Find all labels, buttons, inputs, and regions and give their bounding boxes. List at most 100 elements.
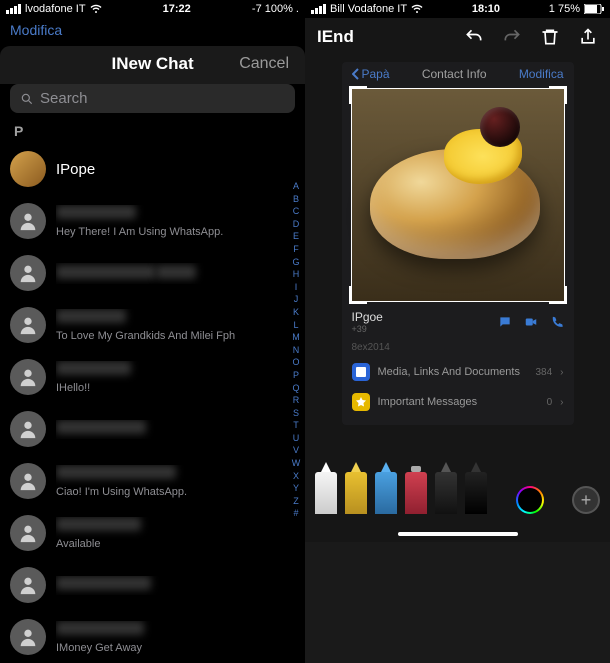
- new-chat-pane: lvodafone IT 17:22 -7 100% . Modifica IN…: [0, 0, 305, 542]
- contact-row[interactable]: Available: [0, 507, 305, 559]
- section-header: P: [0, 119, 305, 143]
- contact-name: [56, 465, 176, 479]
- pencil-tool[interactable]: [375, 472, 397, 514]
- contact-name: [56, 265, 156, 279]
- clock: 17:22: [102, 3, 252, 15]
- crop-handle-br[interactable]: [549, 286, 567, 304]
- contact-status: Ciao! I'm Using WhatsApp.: [56, 486, 295, 498]
- contact-row[interactable]: [0, 247, 305, 299]
- carrier: Bill Vodafone IT: [330, 3, 407, 15]
- crop-handle-bl[interactable]: [349, 286, 367, 304]
- chat-icon: [498, 315, 512, 329]
- share-icon[interactable]: [578, 27, 598, 47]
- search-input[interactable]: Search: [10, 84, 295, 113]
- media-row: Media, Links And Documents 384 ›: [342, 357, 574, 387]
- contact-name: [56, 205, 136, 219]
- signal-icon: [6, 4, 21, 14]
- sheet-title: INew Chat: [66, 54, 239, 74]
- avatar: [10, 463, 46, 499]
- avatar: [10, 255, 46, 291]
- cancel-button[interactable]: Cancel: [239, 55, 289, 73]
- contact-name: IPope: [56, 161, 295, 178]
- color-picker-button[interactable]: [516, 486, 544, 514]
- chevron-left-icon: [352, 68, 360, 80]
- contact-name: [56, 621, 144, 635]
- wifi-icon: [411, 3, 423, 15]
- back-button: Papà: [352, 67, 390, 81]
- contact-name: [56, 361, 131, 375]
- trash-icon[interactable]: [540, 27, 560, 47]
- important-row: Important Messages 0 ›: [342, 387, 574, 417]
- contact-name: [56, 309, 126, 323]
- avatar: [10, 151, 46, 187]
- wifi-icon: [90, 3, 102, 15]
- info-date: 8ex2014: [342, 340, 574, 357]
- screenshot-preview: Papà Contact Info Modifica IPgoe +39: [342, 62, 574, 425]
- alpha-index[interactable]: ABCDEFGHIJKLMNOPQRSTUVWXYZ#: [289, 180, 303, 542]
- search-icon: [20, 92, 34, 106]
- modifica-hint: Modifica: [0, 18, 305, 46]
- contact-row[interactable]: IHello!!: [0, 351, 305, 403]
- contact-status: IMoney Get Away: [56, 642, 295, 654]
- sheet-header: INew Chat Cancel: [0, 46, 305, 84]
- avatar: [10, 567, 46, 603]
- eraser-tool[interactable]: [405, 472, 427, 514]
- edit-toolbar: IEnd: [305, 18, 610, 56]
- crop-handle-tl[interactable]: [349, 86, 367, 104]
- carrier: lvodafone IT: [25, 3, 86, 15]
- contact-row[interactable]: To Love My Grandkids And Milei Fph: [0, 299, 305, 351]
- crop-handle-tr[interactable]: [549, 86, 567, 104]
- battery-text: -7 100% .: [252, 3, 299, 15]
- battery-icon: [584, 4, 604, 14]
- add-button[interactable]: +: [572, 486, 600, 514]
- info-name: IPgoe: [352, 310, 498, 324]
- lasso-tool[interactable]: [435, 472, 457, 514]
- contact-status: [156, 265, 196, 279]
- contact-row[interactable]: Hey There! I Am Using WhatsApp.: [0, 195, 305, 247]
- contact-row[interactable]: IPope: [0, 143, 305, 195]
- contact-row[interactable]: [0, 559, 305, 611]
- contact-status: To Love My Grandkids And Milei Fph: [56, 330, 295, 342]
- preview-header: Papà Contact Info Modifica: [342, 62, 574, 86]
- markup-editor-pane: Bill Vodafone IT 18:10 1 75% IEnd Papà C…: [305, 0, 610, 542]
- status-bar-right: Bill Vodafone IT 18:10 1 75%: [305, 0, 610, 18]
- info-number: +39: [352, 324, 498, 334]
- pen-tool[interactable]: [315, 472, 337, 514]
- ruler-tool[interactable]: [465, 472, 487, 514]
- signal-icon: [311, 4, 326, 14]
- video-icon: [524, 315, 538, 329]
- clock: 18:10: [423, 3, 549, 15]
- contact-status: Available: [56, 538, 295, 550]
- avatar: [10, 515, 46, 551]
- contact-row[interactable]: [0, 403, 305, 455]
- contact-name: [56, 517, 141, 531]
- contact-name: [56, 420, 146, 434]
- undo-icon[interactable]: [464, 27, 484, 47]
- highlighter-tool[interactable]: [345, 472, 367, 514]
- redo-icon[interactable]: [502, 27, 522, 47]
- avatar: [10, 619, 46, 655]
- avatar: [10, 203, 46, 239]
- battery-text: 1 75%: [549, 3, 580, 15]
- media-icon: [352, 363, 370, 381]
- contact-row[interactable]: Ciao! I'm Using WhatsApp.: [0, 455, 305, 507]
- avatar: [10, 307, 46, 343]
- contact-name: [56, 576, 151, 590]
- phone-icon: [550, 315, 564, 329]
- star-icon: [352, 393, 370, 411]
- end-button[interactable]: IEnd: [317, 27, 354, 47]
- info-header: IPgoe +39: [342, 304, 574, 340]
- markup-tools: +: [315, 472, 600, 514]
- contact-row[interactable]: IMoney Get Away: [0, 611, 305, 663]
- crop-frame[interactable]: [351, 88, 565, 302]
- avatar: [10, 359, 46, 395]
- avatar: [10, 411, 46, 447]
- status-bar-left: lvodafone IT 17:22 -7 100% .: [0, 0, 305, 18]
- contact-status: IHello!!: [56, 382, 295, 394]
- preview-title: Contact Info: [422, 67, 487, 81]
- preview-edit: Modifica: [519, 67, 564, 81]
- home-indicator[interactable]: [398, 532, 518, 536]
- contact-status: Hey There! I Am Using WhatsApp.: [56, 226, 295, 238]
- contact-list[interactable]: IPope Hey There! I Am Using WhatsApp. To…: [0, 143, 305, 663]
- contact-photo: [351, 88, 565, 302]
